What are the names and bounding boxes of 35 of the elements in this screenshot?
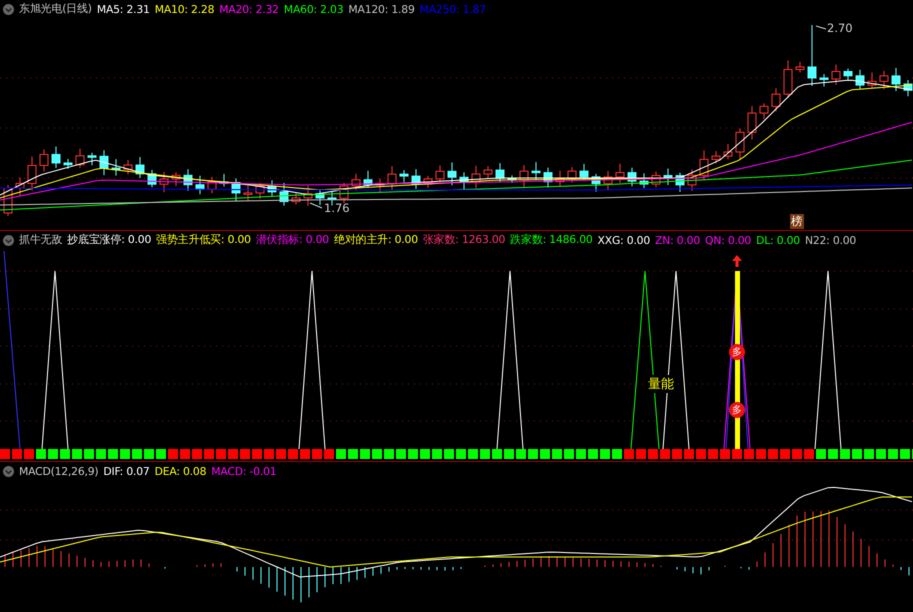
- dropdown-icon[interactable]: [3, 4, 14, 14]
- indicator-value: 张家数: 1263.00: [422, 233, 506, 247]
- indicator-value: N22: 0.00: [804, 234, 856, 246]
- indicator-value: DEA: 0.08: [154, 464, 206, 478]
- dropdown-icon[interactable]: [3, 466, 14, 476]
- rank-tag: 榜: [790, 214, 804, 229]
- indicator-value: 跌家数: 1486.00: [510, 233, 593, 247]
- indicator-value: MACD: -0.01: [211, 464, 276, 478]
- indicator-value: QN: 0.00: [705, 234, 752, 246]
- indicator-value: MA60: 2.03: [284, 2, 344, 16]
- indicator-value: XXG: 0.00: [598, 234, 650, 246]
- up-arrow-icon: [732, 255, 742, 267]
- dropdown-icon[interactable]: [3, 234, 14, 246]
- price-label: 1.76: [324, 201, 350, 215]
- pane-title: MACD(12,26,9): [19, 464, 98, 478]
- signal-marker: 多: [729, 344, 745, 360]
- leader-line: [816, 26, 826, 30]
- indicator-value: MA20: 2.32: [219, 2, 279, 16]
- indicator-value: MA120: 1.89: [348, 2, 415, 16]
- pane-title: 抓牛无敌: [19, 233, 62, 247]
- indicator-value: 潜伏指标: 0.00: [256, 233, 329, 247]
- indicator-value: MA10: 2.28: [154, 2, 214, 16]
- indicator-value: MA250: 1.87: [420, 2, 486, 16]
- indicator-value: DIF: 0.07: [103, 464, 150, 478]
- signal-marker: 多: [729, 402, 745, 418]
- pane-title: 东旭光电(日线): [19, 2, 92, 16]
- indicator-value: MA5: 2.31: [96, 2, 150, 16]
- indicator-value: 抄底宝涨停: 0.00: [67, 233, 152, 247]
- indicator-value: 绝对的主升: 0.00: [334, 233, 418, 247]
- indicator-value: 强势主升低买: 0.00: [156, 233, 251, 247]
- price-label: 2.70: [827, 21, 853, 35]
- volume-label: 量能: [648, 375, 674, 393]
- indicator-value: DL: 0.00: [756, 234, 800, 246]
- leader-line: [310, 202, 322, 208]
- indicator-value: ZN: 0.00: [655, 234, 700, 246]
